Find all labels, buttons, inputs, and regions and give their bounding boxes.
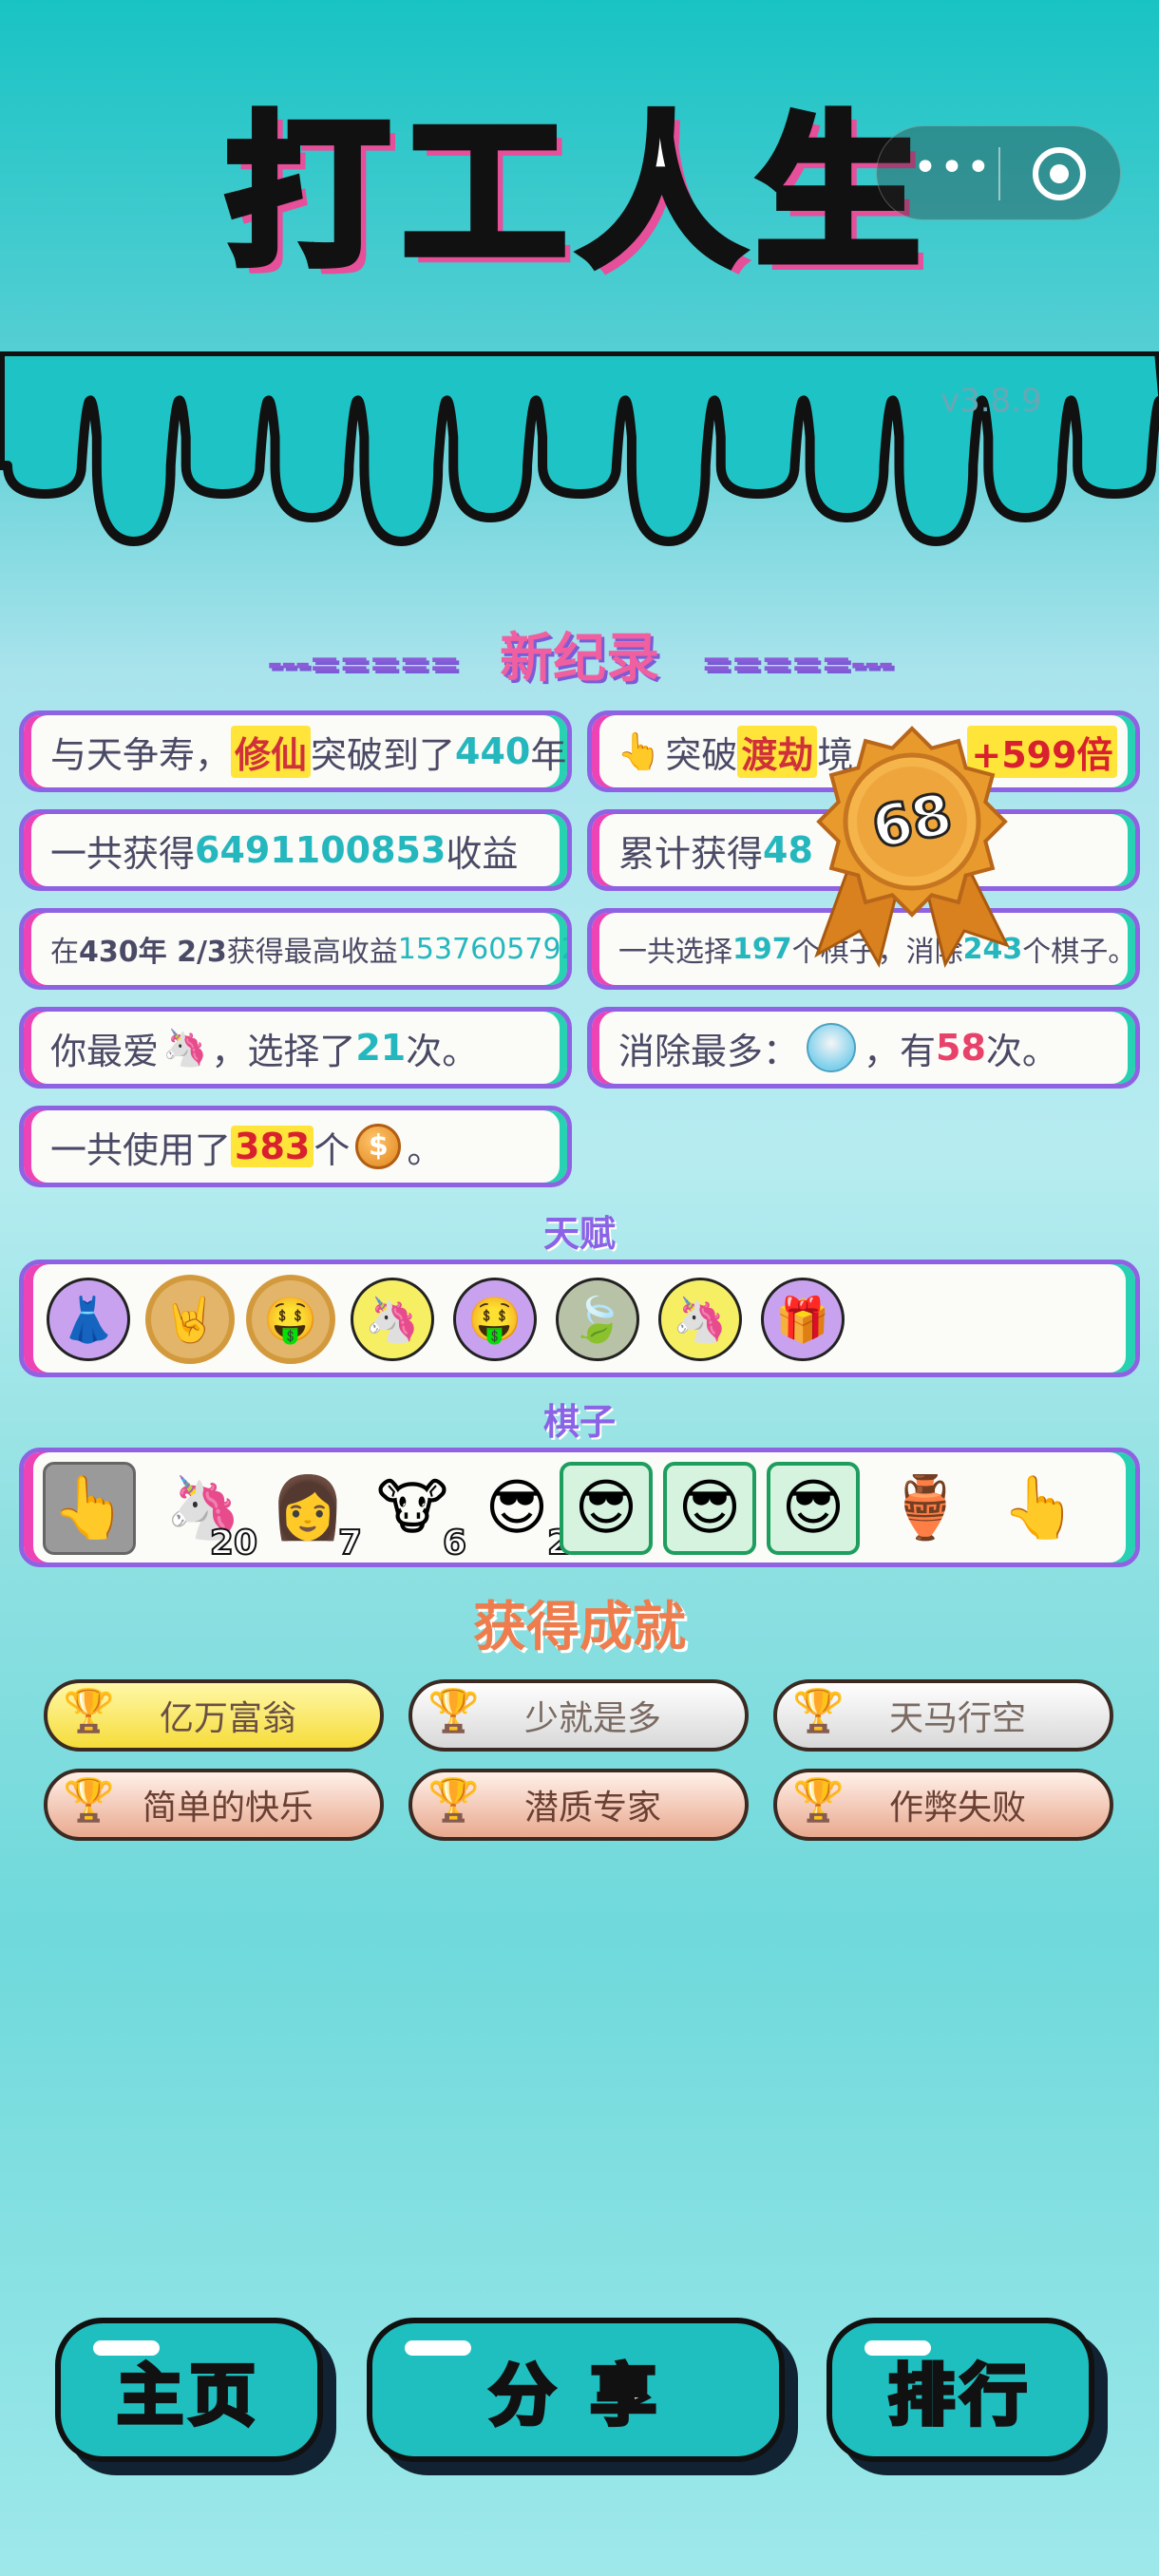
record-value: 58 [936, 1027, 986, 1069]
record-text: 次。 [985, 1030, 1058, 1072]
achievement-badge[interactable]: 🏆 简单的快乐 [44, 1769, 384, 1841]
girl-icon[interactable]: 👩 7 [261, 1462, 363, 1562]
record-value: 197 [732, 932, 792, 966]
record-text: 在 [50, 936, 79, 969]
record-card-highest-income: 在 430年 2/3 获得最高收益 1537605792 [19, 908, 572, 990]
trophy-icon: 🏆 [63, 1687, 115, 1735]
record-text: ，有 [864, 1030, 937, 1072]
rank-button[interactable]: 排行 [826, 2318, 1094, 2462]
record-text: 与天争寿， [50, 733, 232, 776]
trophy-icon: 🏆 [428, 1687, 480, 1735]
record-text: 个 [314, 1128, 351, 1171]
pointer-hand-icon[interactable]: 👆 [43, 1462, 136, 1555]
trophy-icon: 🏆 [792, 1776, 845, 1825]
leaf-icon[interactable]: 🍃 [556, 1278, 639, 1361]
record-text: 突破 [665, 733, 738, 776]
record-text: 个棋子。 [1022, 936, 1137, 969]
record-card-favorite: 你最爱 🦄 ，选择了 21 次。 [19, 1007, 572, 1089]
mini-program-capsule[interactable]: ••• [876, 125, 1121, 220]
record-text: 累计获得 [618, 832, 764, 875]
home-button[interactable]: 主页 [55, 2318, 323, 2462]
record-text: 年 [530, 733, 567, 776]
record-text: 一共获得 [50, 832, 196, 875]
pointer-hand-icon[interactable]: 👆 [993, 1462, 1086, 1555]
record-card-coins-used: 一共使用了 383 个 $ 。 [19, 1106, 572, 1187]
record-value: 440 [455, 730, 531, 772]
record-card-total-income: 一共获得 6491100853 收益 [19, 809, 572, 891]
unicorn-icon[interactable]: 🦄 20 [157, 1462, 258, 1562]
cool-guy-icon[interactable]: 😎 [767, 1462, 860, 1555]
level-medal: 68 [814, 726, 1010, 968]
piece-count: 20 [209, 1524, 258, 1563]
cow-icon[interactable]: 🐮 6 [366, 1462, 467, 1562]
achievements-title: 获得成就 [473, 1597, 686, 1658]
pieces-row: 👆 🦄20 👩7 🐮6 😎2 😎 😎 😎 🏺 👆 [19, 1448, 1140, 1567]
unicorn-icon[interactable]: 🦄 [351, 1278, 434, 1361]
achievement-badge[interactable]: 🏆 潜质专家 [408, 1769, 749, 1841]
record-text: 。 [407, 1128, 444, 1171]
achievement-badge[interactable]: 🏆 天马行空 [773, 1679, 1113, 1752]
target-close-icon[interactable] [1033, 147, 1086, 200]
record-value: 6491100853 [195, 829, 446, 871]
achievement-badge[interactable]: 🏆 亿万富翁 [44, 1679, 384, 1752]
record-card-most-eliminated: 消除最多： ，有 58 次。 [587, 1007, 1140, 1089]
record-year: 430年 2/3 [79, 936, 227, 969]
talents-row: 👗 🤘 🤑 🦄 🤑 🍃 🦄 🎁 [19, 1260, 1140, 1377]
version-label: v3.8.9 [940, 382, 1042, 420]
rice-bowl-icon [807, 1023, 857, 1072]
record-text: 次。 [406, 1030, 479, 1072]
trophy-icon: 🏆 [428, 1776, 480, 1825]
heading-dash-right: =====--- [700, 642, 894, 686]
new-record-label: 新纪录 [500, 628, 659, 690]
cool-guy-icon[interactable]: 😎2 [470, 1462, 572, 1562]
gambler-icon[interactable]: 🤑 [246, 1275, 335, 1364]
record-highlight: 修仙 [231, 725, 312, 778]
record-value: 1537605792 [397, 932, 572, 966]
unicorn-icon: 🦄 [162, 1026, 208, 1069]
pointer-hand-icon: 👆 [617, 729, 662, 772]
record-text: 消除最多： [618, 1030, 800, 1072]
skirt-icon[interactable]: 👗 [47, 1278, 130, 1361]
record-text: 突破到了 [311, 733, 456, 776]
unicorn-icon[interactable]: 🦄 [658, 1278, 742, 1361]
heading-dash-left: ---===== [267, 642, 460, 686]
record-text: 一共使用了 [50, 1128, 232, 1171]
record-value: 383 [231, 1126, 314, 1167]
achievement-badge[interactable]: 🏆 少就是多 [408, 1679, 749, 1752]
record-text: 收益 [446, 832, 519, 875]
share-button[interactable]: 分 享 [367, 2318, 785, 2462]
record-value: 21 [355, 1027, 407, 1069]
record-text: 你最爱 [50, 1030, 160, 1072]
trophy-icon: 🏆 [792, 1687, 845, 1735]
piece-count: 6 [442, 1524, 467, 1563]
record-text: 获得最高收益 [226, 936, 398, 969]
more-dots-icon[interactable]: ••• [913, 147, 993, 189]
talents-label: 天赋 [542, 1213, 616, 1255]
cool-guy-icon[interactable]: 😎 [560, 1462, 653, 1555]
rock-hand-icon[interactable]: 🤘 [145, 1275, 235, 1364]
record-text: ，选择了 [211, 1030, 356, 1072]
pieces-label: 棋子 [542, 1401, 616, 1443]
gambler-icon[interactable]: 🤑 [453, 1278, 537, 1361]
achievement-badge[interactable]: 🏆 作弊失败 [773, 1769, 1113, 1841]
vase-icon[interactable]: 🏺 [879, 1462, 972, 1555]
piece-count: 7 [337, 1524, 363, 1563]
cool-guy-icon[interactable]: 😎 [663, 1462, 756, 1555]
new-record-heading: ---===== 新纪录 =====--- [0, 616, 1159, 692]
record-text: 一共选择 [618, 936, 732, 969]
record-card-cultivation: 与天争寿， 修仙 突破到了 440 年 [19, 710, 572, 792]
trophy-icon: 🏆 [63, 1776, 115, 1825]
coin-icon: $ [355, 1124, 402, 1169]
red-box-icon[interactable]: 🎁 [761, 1278, 845, 1361]
capsule-divider [998, 147, 1000, 200]
